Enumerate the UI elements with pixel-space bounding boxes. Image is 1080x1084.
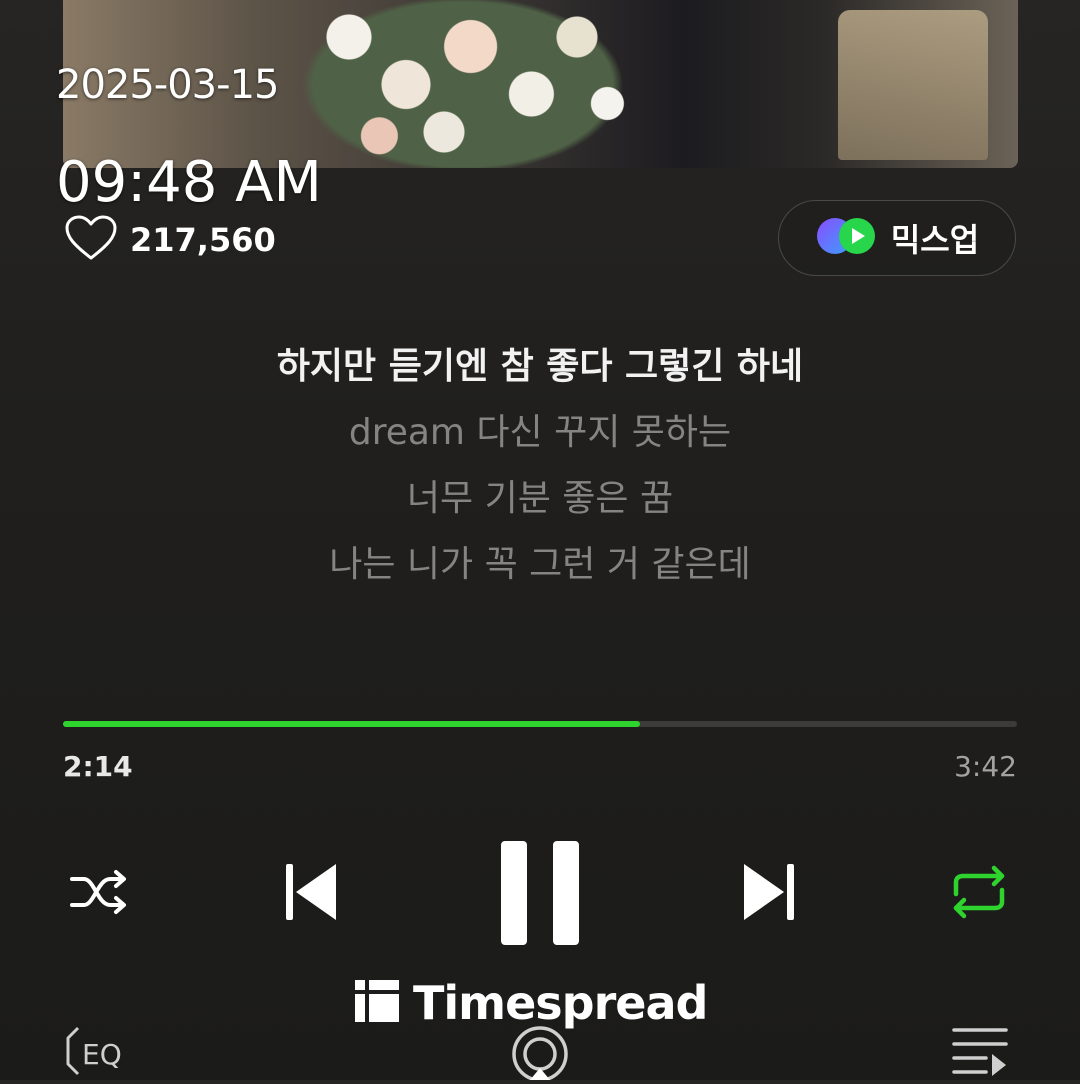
timespread-logo-icon [355,980,399,1026]
cast-button[interactable] [508,1022,572,1082]
progress-bar[interactable] [63,721,1017,727]
playlist-icon [950,1028,1010,1084]
eq-button[interactable]: EQ [64,1024,144,1080]
time-total: 3:42 [954,750,1017,783]
album-art-chair [838,10,988,160]
mixup-button[interactable]: 믹스업 [778,200,1016,276]
lyric-line[interactable]: 너무 기분 좋은 꿈 [0,472,1080,538]
playlist-button[interactable] [950,1024,1010,1080]
shuffle-button[interactable] [66,866,132,922]
overlay-time: 09:48 AM [56,150,322,215]
lyrics-panel[interactable]: 하지만 듣기엔 참 좋다 그렇긴 하네 dream 다신 꾸지 못하는 너무 기… [0,340,1080,604]
time-elapsed: 2:14 [63,750,133,783]
previous-button[interactable] [280,862,342,926]
pause-button[interactable] [498,840,582,950]
overlay-date: 2025-03-15 [56,62,279,108]
lyric-line[interactable]: 나는 니가 꼭 그런 거 같은데 [0,538,1080,604]
lyric-line-current[interactable]: 하지만 듣기엔 참 좋다 그렇긴 하네 [0,340,1080,406]
lyric-line[interactable]: dream 다신 꾸지 못하는 [0,406,1080,472]
like-count: 217,560 [130,221,276,259]
repeat-button[interactable] [946,864,1012,924]
airplay-icon [508,1026,572,1084]
mixup-label: 믹스업 [890,221,980,259]
next-button[interactable] [738,862,800,926]
shuffle-icon [68,867,130,921]
skip-previous-icon [282,861,340,927]
repeat-icon [948,864,1010,924]
equalizer-icon: EQ [66,1026,122,1076]
like-row[interactable]: 217,560 [64,215,276,265]
pause-icon [499,839,581,951]
album-art-flowers [273,0,653,168]
mixup-logo-icon [815,216,877,260]
progress-fill [63,721,641,727]
heart-outline-icon[interactable] [64,215,118,265]
eq-label: EQ [82,1038,122,1071]
skip-next-icon [740,861,798,927]
